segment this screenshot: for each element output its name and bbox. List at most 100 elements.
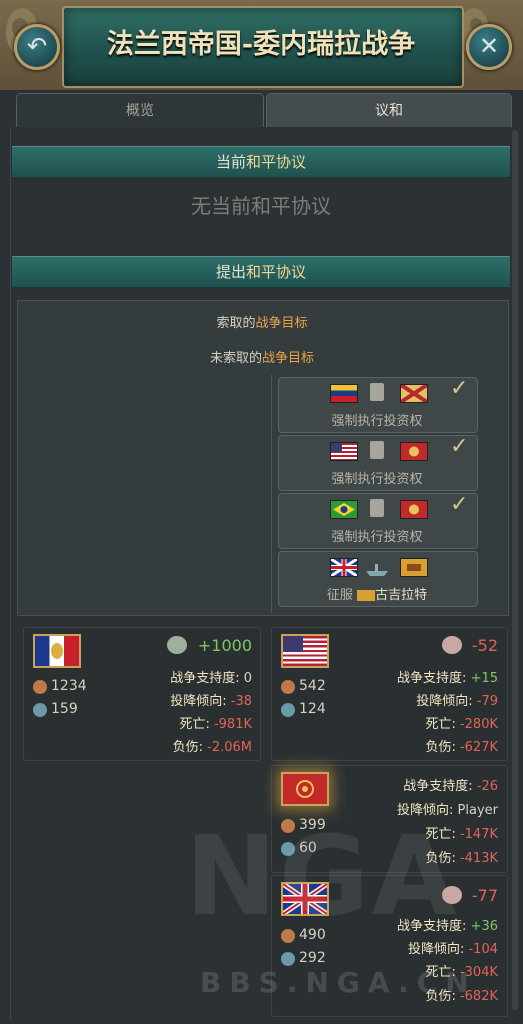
army-count: 542 [299,678,326,694]
war-support-row: 战争支持度: 0 [100,667,252,686]
deaths-row: 死亡: -981K [100,713,252,732]
gujarat-mini-flag-icon [357,590,376,601]
surrender-value: Player [457,803,498,818]
war-support-value: +15 [470,671,498,686]
undemanded-goals-label: 未索取的战争目标 [17,347,507,366]
wounded-row: 负伤: -2.06M [100,736,252,755]
deaths-value: -147K [459,827,498,842]
wounded-value: -413K [459,851,498,866]
french-empire-flag-icon [33,634,81,668]
no-peace-highlight: 和平协议 [251,194,331,218]
war-goal-label: 强制执行投资权 [331,472,423,487]
wounded-row: 负伤: -627K [340,736,498,755]
red-state-flag-icon [400,500,428,519]
usa-flag-icon [281,634,329,668]
war-support-label: 战争支持度: [403,779,473,794]
war-score: -52 [471,636,498,655]
thumbs-up-icon [167,636,187,654]
no-current-peace-text: 无当前和平协议 [12,190,510,219]
surrender-row: 投降倾向: -79 [340,690,498,709]
current-peace-header: 当前和平协议 [12,146,510,178]
red-state-flag-icon [400,442,428,461]
checkmark-icon: ✓ [450,376,469,401]
war-support-label: 战争支持度: [170,671,240,686]
deaths-value: -981K [213,717,252,732]
war-support-value: +36 [470,919,498,934]
close-x-icon: ✕ [478,32,500,60]
navy-count: 159 [51,701,78,717]
war-goal-label: 征服 古吉拉特 [278,584,476,603]
goals-divider [271,375,272,613]
propose-peace-header[interactable]: 提出和平协议 [12,256,510,288]
brazil-flag-icon [330,500,358,519]
deaths-label: 死亡: [425,717,456,732]
navy-count: 292 [299,950,326,966]
usa-flag-icon [330,442,358,461]
window-title: 法兰西帝国-委内瑞拉战争 [106,29,416,60]
surrender-label: 投降倾向: [416,694,473,709]
watermark-text: BBS.NGA.CN [200,966,477,999]
goal-label-prefix: 征服 [326,588,353,603]
navy-icon [33,703,47,717]
surrender-label: 投降倾向: [407,942,465,957]
scrollbar[interactable] [512,130,518,1010]
current-peace-highlight: 和平协议 [246,153,307,171]
war-support-row: 战争支持度: +15 [340,667,498,686]
army-icon [33,680,47,694]
scroll-icon [370,441,384,459]
propose-peace-prefix: 提出 [215,263,246,281]
navy-count: 124 [299,701,326,717]
army-count: 1234 [51,678,87,694]
undemanded-prefix: 未索取的 [209,351,262,366]
army-icon [281,680,295,694]
uk-flag-icon [330,557,358,578]
surrender-value: -79 [476,694,498,709]
propose-peace-highlight: 和平协议 [246,263,307,281]
war-goal-label: 强制执行投资权 [331,414,423,429]
war-goal-label: 强制执行投资权 [331,530,423,545]
gujarat-flag-icon [400,558,428,577]
demanded-prefix: 索取的 [216,316,256,331]
checkmark-icon: ✓ [450,492,469,517]
war-support-value: 0 [243,671,252,686]
deaths-label: 死亡: [179,717,210,732]
wounded-label: 负伤: [172,740,203,755]
war-support-row: 战争支持度: -26 [340,775,498,794]
watermark-logo: NGA [185,812,459,940]
close-button[interactable]: ✕ [466,24,512,70]
war-score: -77 [471,886,498,905]
demanded-highlight: 战争目标 [255,316,308,331]
navy-icon [281,703,295,717]
war-support-value: -26 [476,779,498,794]
ship-icon [364,562,390,576]
war-support-label: 战争支持度: [397,671,467,686]
scroll-icon [370,499,384,517]
wounded-label: 负伤: [425,740,456,755]
no-peace-prefix: 无当前 [191,194,251,218]
surrender-row: 投降倾向: -38 [100,690,252,709]
tab-peace[interactable]: 议和 [266,93,512,128]
demanded-goals-label: 索取的战争目标 [17,312,507,331]
war-score: +1000 [197,636,252,655]
navy-icon [281,952,295,966]
surrender-label: 投降倾向: [170,694,227,709]
tab-overview[interactable]: 概览 [16,93,264,128]
goal-label-target: 古吉拉特 [375,588,428,603]
deaths-row: 死亡: -280K [340,713,498,732]
deaths-value: -280K [459,717,498,732]
wounded-value: -627K [459,740,498,755]
red-state-flag-icon [281,772,329,806]
undemanded-highlight: 战争目标 [262,351,315,366]
back-button[interactable]: ↶ [14,24,60,70]
back-arrow-icon: ↶ [26,32,48,60]
surrender-row: 投降倾向: -104 [340,938,498,957]
surrender-value: -104 [468,942,498,957]
thumbs-down-icon [442,636,462,654]
current-peace-prefix: 当前 [215,153,246,171]
scroll-icon [370,383,384,401]
surrender-value: -38 [230,694,252,709]
venezuela-flag-icon [330,384,358,403]
wounded-value: -2.06M [207,740,252,755]
checkmark-icon: ✓ [450,434,469,459]
saltire-flag-icon [399,383,429,404]
